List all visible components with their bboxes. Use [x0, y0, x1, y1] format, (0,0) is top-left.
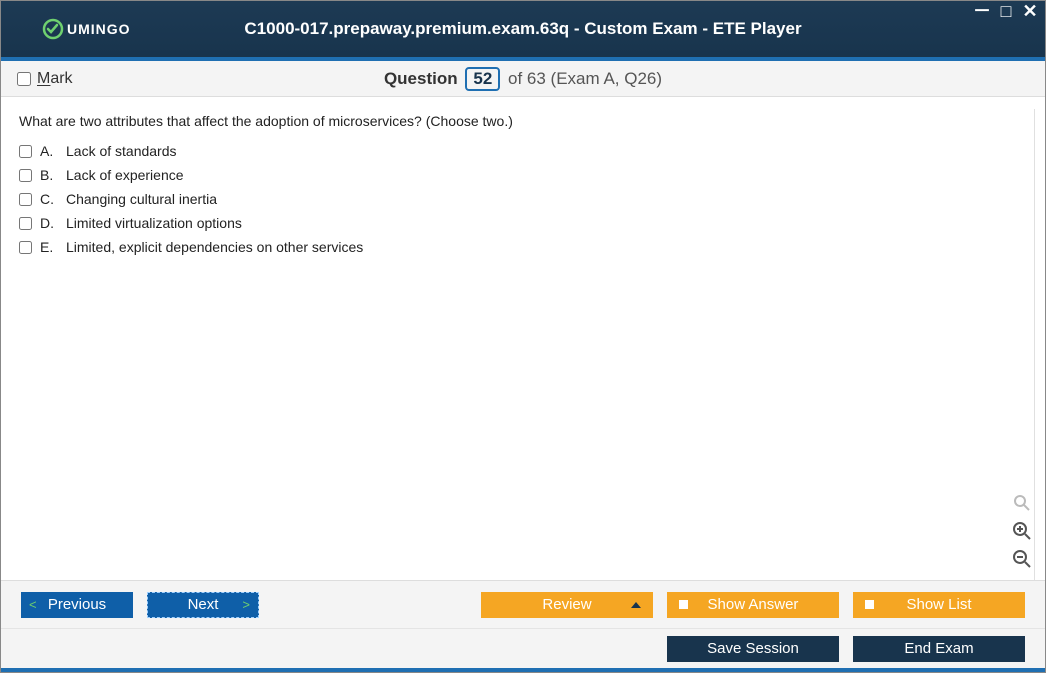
maximize-icon[interactable]: □ — [997, 3, 1015, 19]
close-icon[interactable]: ✕ — [1021, 3, 1039, 19]
answer-checkbox[interactable] — [19, 193, 32, 206]
mark-checkbox-wrap[interactable]: Mark — [17, 70, 73, 88]
logo-text: UMINGO — [67, 21, 131, 37]
answer-checkbox[interactable] — [19, 241, 32, 254]
end-exam-button[interactable]: End Exam — [853, 636, 1025, 662]
answer-text: Limited, explicit dependencies on other … — [66, 239, 363, 255]
answer-checkbox[interactable] — [19, 217, 32, 230]
question-word: Question — [384, 69, 458, 88]
answer-option[interactable]: B. Lack of experience — [19, 167, 1026, 183]
answer-checkbox[interactable] — [19, 169, 32, 182]
question-prompt: What are two attributes that affect the … — [19, 113, 1026, 129]
mark-checkbox[interactable] — [17, 72, 31, 86]
answer-text: Lack of experience — [66, 167, 184, 183]
answer-option[interactable]: D. Limited virtualization options — [19, 215, 1026, 231]
save-session-button[interactable]: Save Session — [667, 636, 839, 662]
question-number-box: 52 — [465, 67, 500, 91]
search-icon[interactable] — [1011, 492, 1033, 514]
answer-option[interactable]: C. Changing cultural inertia — [19, 191, 1026, 207]
previous-button[interactable]: < Previous — [21, 592, 133, 618]
zoom-in-icon[interactable] — [1011, 520, 1033, 542]
window-controls: － □ ✕ — [973, 3, 1039, 19]
chevron-right-icon: > — [242, 597, 250, 612]
show-list-button[interactable]: Show List — [853, 592, 1025, 618]
answers-list: A. Lack of standards B. Lack of experience C… — [19, 143, 1026, 255]
stop-icon — [865, 600, 874, 609]
question-body: What are two attributes that affect the … — [1, 97, 1045, 580]
previous-label: Previous — [48, 596, 106, 613]
minimize-icon[interactable]: － — [973, 3, 991, 19]
mark-label: M — [37, 70, 50, 87]
zoom-out-icon[interactable] — [1011, 548, 1033, 570]
footer-primary: < Previous Next > Review Show Answer Sho… — [1, 580, 1045, 628]
question-header: Mark Question 52 of 63 (Exam A, Q26) — [1, 61, 1045, 97]
chevron-left-icon: < — [29, 597, 37, 612]
checkmark-icon — [41, 17, 65, 41]
answer-letter: B. — [40, 167, 58, 183]
window-title: C1000-017.prepaway.premium.exam.63q - Cu… — [1, 19, 1045, 39]
zoom-controls — [1011, 492, 1033, 570]
answer-option[interactable]: E. Limited, explicit dependencies on othe… — [19, 239, 1026, 255]
review-button[interactable]: Review — [481, 592, 653, 618]
bottom-accent-strip — [1, 668, 1045, 672]
stop-icon — [679, 600, 688, 609]
answer-letter: A. — [40, 143, 58, 159]
answer-letter: E. — [40, 239, 58, 255]
show-list-label: Show List — [906, 596, 971, 613]
answer-letter: C. — [40, 191, 58, 207]
show-answer-button[interactable]: Show Answer — [667, 592, 839, 618]
review-label: Review — [542, 596, 591, 613]
show-answer-label: Show Answer — [708, 596, 799, 613]
app-window: UMINGO C1000-017.prepaway.premium.exam.6… — [0, 0, 1046, 673]
footer-secondary: Save Session End Exam — [1, 628, 1045, 668]
answer-text: Changing cultural inertia — [66, 191, 217, 207]
answer-checkbox[interactable] — [19, 145, 32, 158]
next-label: Next — [188, 596, 219, 613]
triangle-up-icon — [631, 602, 641, 608]
question-of-text: of 63 (Exam A, Q26) — [508, 69, 662, 88]
next-button[interactable]: Next > — [147, 592, 259, 618]
answer-text: Lack of standards — [66, 143, 177, 159]
answer-option[interactable]: A. Lack of standards — [19, 143, 1026, 159]
answer-text: Limited virtualization options — [66, 215, 242, 231]
answer-letter: D. — [40, 215, 58, 231]
titlebar: UMINGO C1000-017.prepaway.premium.exam.6… — [1, 1, 1045, 57]
question-inner: What are two attributes that affect the … — [11, 109, 1035, 580]
app-logo: UMINGO — [41, 17, 131, 41]
question-counter: Question 52 of 63 (Exam A, Q26) — [1, 67, 1045, 91]
